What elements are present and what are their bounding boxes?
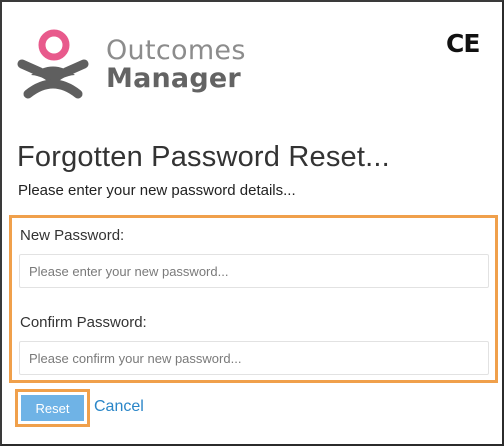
reset-button[interactable]: Reset bbox=[21, 395, 84, 421]
reset-button-highlight: Reset bbox=[15, 389, 90, 427]
cancel-link[interactable]: Cancel bbox=[94, 398, 144, 416]
confirm-password-input[interactable] bbox=[19, 341, 489, 375]
outcomes-manager-logo-icon bbox=[17, 29, 89, 99]
new-password-label: New Password: bbox=[20, 227, 125, 244]
ce-mark-icon: CE bbox=[446, 29, 480, 58]
page-subtitle: Please enter your new password details..… bbox=[18, 182, 296, 199]
new-password-input[interactable] bbox=[19, 254, 489, 288]
login-panel: Outcomes Manager CE Forgotten Password R… bbox=[0, 0, 504, 446]
password-form: New Password: Confirm Password: bbox=[9, 215, 498, 383]
page-title: Forgotten Password Reset... bbox=[17, 141, 390, 173]
confirm-password-label: Confirm Password: bbox=[20, 314, 147, 331]
brand-name-manager: Manager bbox=[106, 63, 241, 94]
brand-name-outcomes: Outcomes bbox=[106, 35, 246, 66]
